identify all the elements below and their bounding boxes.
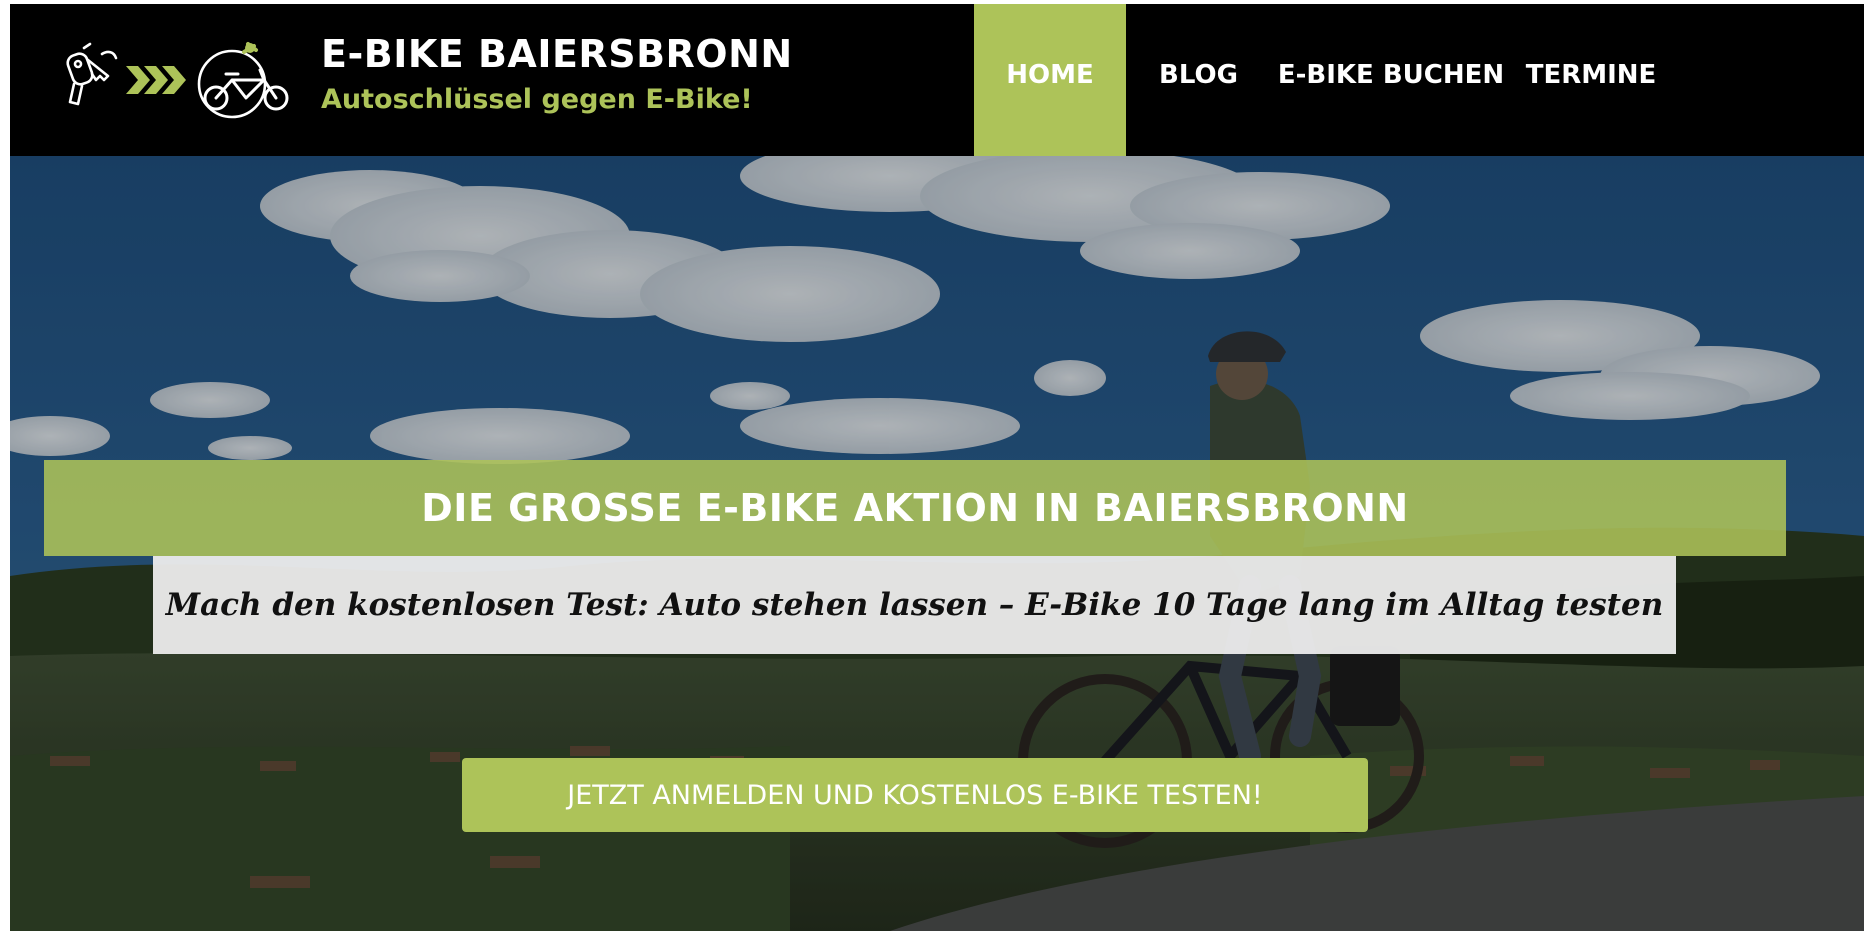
car-key-icon bbox=[66, 42, 118, 106]
hero-tagline-banner: Mach den kostenlosen Test: Auto stehen l… bbox=[153, 556, 1676, 654]
hero-headline: DIE GROSSE E-BIKE AKTION IN BAIERSBRONN bbox=[421, 486, 1409, 530]
site-header: E-BIKE BAIERSBRONN Autoschlüssel gegen E… bbox=[10, 4, 1864, 156]
signup-cta-label: JETZT ANMELDEN UND KOSTENLOS E-BIKE TEST… bbox=[567, 779, 1263, 811]
signup-cta-button[interactable]: JETZT ANMELDEN UND KOSTENLOS E-BIKE TEST… bbox=[462, 758, 1368, 832]
main-nav: HOME BLOG E-BIKE BUCHEN TERMINE bbox=[974, 4, 1671, 156]
site-logo[interactable] bbox=[60, 34, 300, 124]
brand-subtitle: Autoschlüssel gegen E-Bike! bbox=[321, 84, 753, 115]
brand-title[interactable]: E-BIKE BAIERSBRONN bbox=[321, 32, 793, 76]
hero-headline-banner: DIE GROSSE E-BIKE AKTION IN BAIERSBRONN bbox=[44, 460, 1786, 556]
page-frame: E-BIKE BAIERSBRONN Autoschlüssel gegen E… bbox=[10, 4, 1864, 931]
hero-section: DIE GROSSE E-BIKE AKTION IN BAIERSBRONN … bbox=[10, 156, 1864, 931]
nav-item-e-bike-buchen[interactable]: E-BIKE BUCHEN bbox=[1271, 4, 1511, 156]
e-bike-icon bbox=[197, 42, 289, 119]
hero-tagline: Mach den kostenlosen Test: Auto stehen l… bbox=[165, 587, 1664, 623]
nav-item-termine[interactable]: TERMINE bbox=[1511, 4, 1671, 156]
chevrons-right-icon bbox=[126, 66, 186, 94]
nav-item-home[interactable]: HOME bbox=[974, 4, 1126, 156]
nav-item-blog[interactable]: BLOG bbox=[1126, 4, 1271, 156]
